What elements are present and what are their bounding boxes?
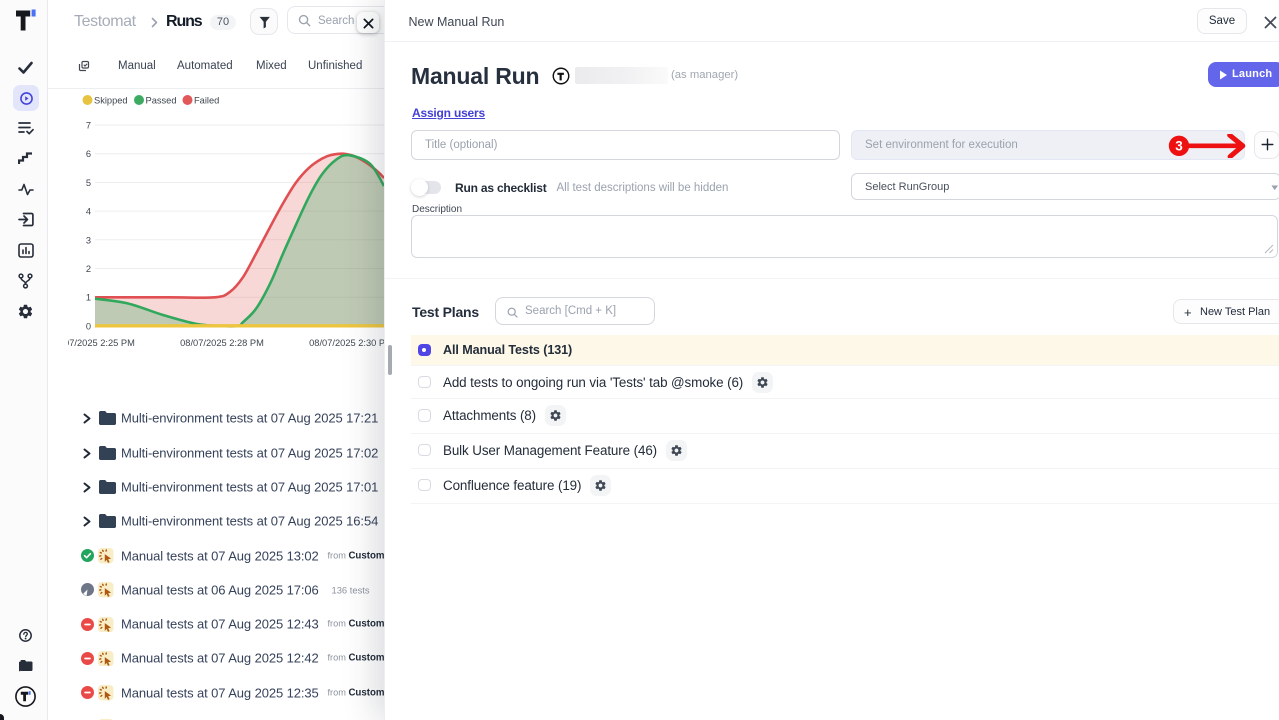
svg-text:08/07/2025 2:25 PM: 08/07/2025 2:25 PM — [68, 338, 135, 348]
svg-text:08/07/2025 2:28 PM: 08/07/2025 2:28 PM — [180, 338, 264, 348]
svg-text:3: 3 — [1175, 138, 1183, 153]
svg-text:6: 6 — [86, 149, 91, 159]
svg-text:7: 7 — [86, 121, 91, 131]
svg-text:1: 1 — [86, 293, 91, 303]
svg-text:Passed: Passed — [146, 95, 177, 105]
svg-text:Skipped: Skipped — [94, 95, 128, 105]
svg-text:Failed: Failed — [194, 95, 219, 105]
svg-text:5: 5 — [86, 178, 91, 188]
svg-text:2: 2 — [86, 264, 91, 274]
svg-text:08/07/2025 2:30 PM: 08/07/2025 2:30 PM — [309, 338, 384, 348]
svg-text:3: 3 — [86, 235, 91, 245]
svg-text:0: 0 — [86, 321, 91, 331]
svg-text:4: 4 — [86, 207, 91, 217]
